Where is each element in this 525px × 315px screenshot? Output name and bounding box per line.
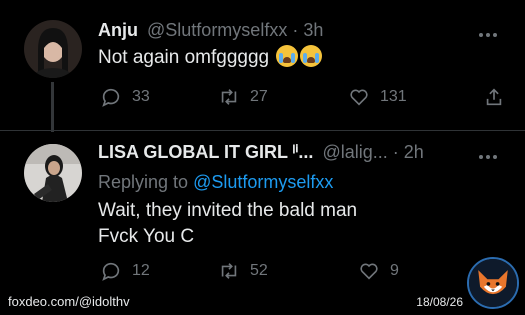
watermark-text: foxdeo.com/@idolthv	[8, 294, 130, 309]
display-name[interactable]: LISA GLOBAL IT GIRL ˡⁱ...	[98, 142, 313, 162]
heart-icon	[360, 263, 378, 280]
tweet-divider	[0, 130, 525, 131]
loudly-crying-emoji-icon	[300, 45, 323, 67]
tweet-text-body: Not again omfggggg	[98, 47, 270, 68]
like-button[interactable]: 131	[348, 86, 407, 108]
share-icon	[486, 88, 502, 106]
thread-line	[51, 82, 54, 132]
tweet-header: LISA GLOBAL IT GIRL ˡⁱ... @lalig... · 2h	[98, 142, 424, 163]
user-handle[interactable]: @lalig...	[322, 142, 387, 162]
tweet-text: Wait, they invited the bald man Fvck You…	[98, 198, 357, 250]
retweet-icon	[221, 89, 237, 105]
avatar[interactable]	[24, 20, 82, 78]
tweet-text: Not again omfggggg	[98, 45, 323, 71]
reply-button[interactable]: 12	[100, 260, 150, 282]
reply-count: 12	[132, 262, 150, 279]
replying-to: Replying to @Slutformyselfxx	[98, 172, 333, 193]
tweet-lisa-reply[interactable]: LISA GLOBAL IT GIRL ˡⁱ... @lalig... · 2h…	[0, 132, 525, 315]
retweet-count: 52	[250, 262, 268, 279]
like-count: 9	[390, 262, 399, 279]
share-button[interactable]	[483, 86, 505, 108]
display-name[interactable]: Anju	[98, 20, 138, 40]
tweet-actions: 12 52 9	[98, 260, 508, 288]
timestamp[interactable]: 3h	[303, 20, 323, 40]
tweet-text-line: Wait, they invited the bald man	[98, 200, 358, 221]
separator-dot: ·	[292, 20, 299, 40]
retweet-button[interactable]: 52	[218, 260, 268, 282]
tweet-header: Anju @Slutformyselfxx · 3h	[98, 20, 323, 41]
retweet-button[interactable]: 27	[218, 86, 268, 108]
reply-icon	[102, 262, 120, 281]
more-options-icon[interactable]	[479, 146, 501, 159]
timestamp[interactable]: 2h	[404, 142, 424, 162]
replying-handle-link[interactable]: @Slutformyselfxx	[193, 172, 333, 192]
retweet-icon	[221, 263, 237, 279]
tweet-actions: 33 27 131	[98, 86, 508, 114]
heart-icon	[350, 89, 368, 106]
tweet-text-line: Fvck You C	[98, 226, 195, 247]
loudly-crying-emoji-icon	[276, 45, 299, 67]
replying-prefix: Replying to	[98, 172, 189, 192]
like-count: 131	[380, 88, 407, 105]
like-button[interactable]: 9	[358, 260, 399, 282]
more-options-icon[interactable]	[479, 24, 501, 37]
user-handle[interactable]: @Slutformyselfxx	[147, 20, 287, 40]
reply-icon	[102, 88, 120, 107]
retweet-count: 27	[250, 88, 268, 105]
avatar[interactable]	[24, 144, 82, 202]
reply-count: 33	[132, 88, 150, 105]
date-stamp: 18/08/26	[416, 295, 463, 309]
reply-button[interactable]: 33	[100, 86, 150, 108]
fox-logo-icon	[467, 257, 519, 309]
separator-dot: ·	[392, 142, 399, 162]
tweet-anju[interactable]: Anju @Slutformyselfxx · 3h Not again omf…	[0, 0, 525, 132]
